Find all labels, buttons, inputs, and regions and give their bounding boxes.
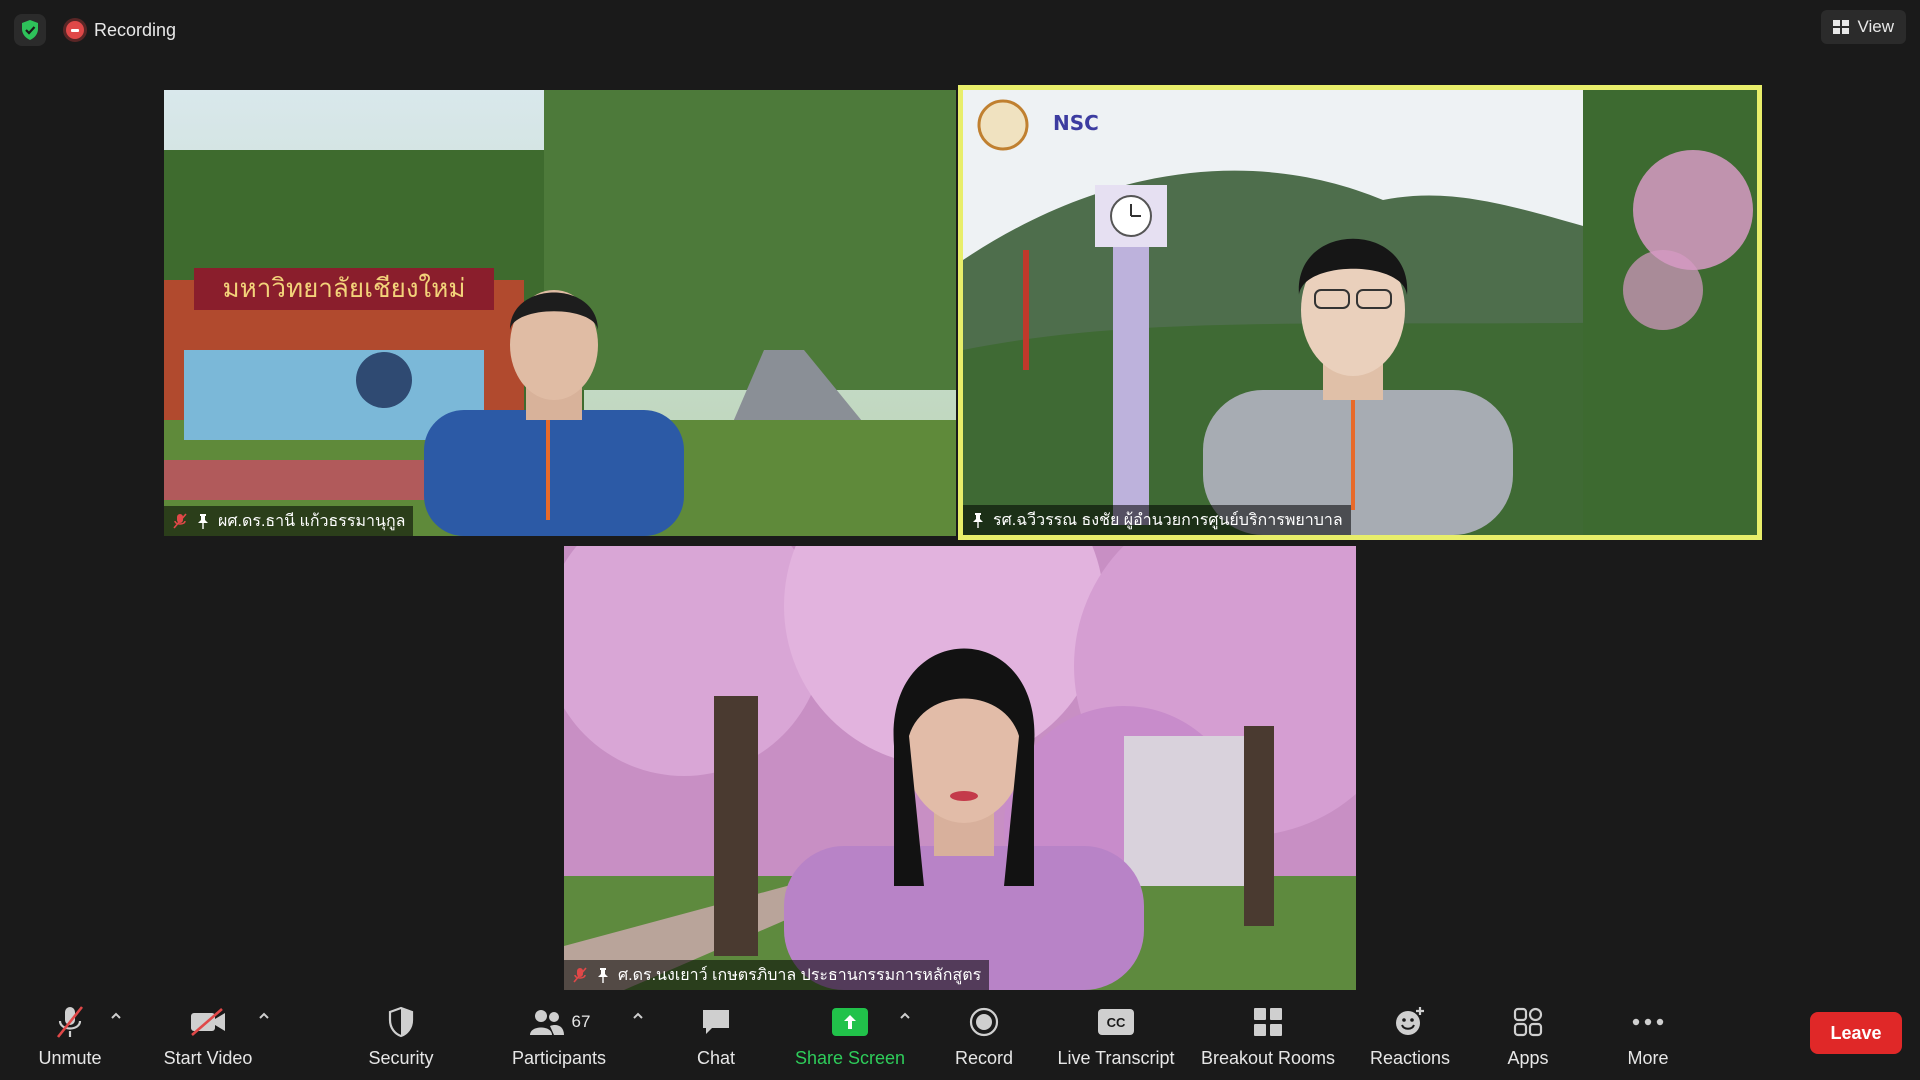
participant-name: ผศ.ดร.ธานี แก้วธรรมานุกูล — [218, 512, 406, 530]
closed-captions-icon: CC — [1098, 1009, 1134, 1035]
apps-icon — [1513, 1007, 1543, 1037]
campus-sign-text: มหาวิทยาลัยเชียงใหม่ — [222, 274, 465, 304]
start-video-label: Start Video — [163, 1048, 253, 1068]
view-button[interactable]: View — [1821, 10, 1906, 44]
recording-icon — [66, 21, 84, 39]
security-button[interactable]: Security — [360, 1004, 442, 1074]
video-off-icon — [191, 1008, 225, 1036]
participant-name-tag: รศ.ฉวีวรรณ ธงชัย ผู้อำนวยการศูนย์บริการพ… — [963, 505, 1351, 535]
chat-button[interactable]: Chat — [686, 1004, 746, 1074]
chat-bubble-icon — [703, 1010, 729, 1034]
participant-name-tag: ศ.ดร.นงเยาว์ เกษตรภิบาล ประธานกรรมการหลั… — [564, 960, 990, 990]
virtual-background-campus-gate: มหาวิทยาลัยเชียงใหม่ — [164, 90, 956, 536]
pin-icon — [598, 968, 608, 983]
recording-indicator[interactable]: Recording — [66, 17, 176, 43]
start-video-button[interactable]: Start Video — [156, 1004, 260, 1074]
share-screen-label: Share Screen — [794, 1048, 906, 1068]
breakout-rooms-label: Breakout Rooms — [1200, 1048, 1336, 1068]
share-screen-arrow-icon — [832, 1008, 868, 1036]
unmute-label: Unmute — [38, 1048, 102, 1068]
participants-count: 67 — [571, 1012, 591, 1031]
live-transcript-label: Live Transcript — [1057, 1048, 1175, 1068]
mic-muted-icon — [56, 1006, 84, 1038]
record-icon — [969, 1007, 999, 1037]
video-tile-participant-3[interactable]: ศ.ดร.นงเยาว์ เกษตรภิบาล ประธานกรรมการหลั… — [564, 546, 1356, 990]
share-screen-button[interactable]: Share Screen — [794, 1004, 906, 1074]
security-label: Security — [368, 1048, 434, 1068]
mic-muted-icon — [173, 513, 187, 529]
audio-options-chevron-up-icon[interactable] — [108, 1008, 124, 1024]
participants-icon — [529, 1010, 564, 1035]
chat-label: Chat — [696, 1048, 736, 1068]
share-options-chevron-up-icon[interactable] — [897, 1008, 913, 1024]
recording-label: Recording — [94, 19, 177, 40]
participant-name: ศ.ดร.นงเยาว์ เกษตรภิบาล ประธานกรรมการหลั… — [618, 966, 982, 984]
pin-icon — [198, 514, 208, 529]
video-options-chevron-up-icon[interactable] — [256, 1008, 272, 1024]
participants-options-chevron-up-icon[interactable] — [630, 1008, 646, 1024]
participants-label: Participants — [511, 1048, 607, 1068]
security-shield-icon — [388, 1006, 414, 1038]
breakout-rooms-button[interactable]: Breakout Rooms — [1198, 1004, 1338, 1074]
more-button[interactable]: More — [1620, 1004, 1676, 1074]
view-label: View — [1857, 17, 1894, 36]
virtual-background-cherry-blossoms — [564, 546, 1356, 990]
record-button[interactable]: Record — [950, 1004, 1018, 1074]
smiley-plus-icon — [1396, 1007, 1424, 1035]
participant-name-tag: ผศ.ดร.ธานี แก้วธรรมานุกูล — [164, 506, 414, 536]
breakout-rooms-grid-icon — [1254, 1008, 1282, 1036]
shield-check-icon — [22, 20, 38, 40]
reactions-label: Reactions — [1369, 1048, 1451, 1068]
reactions-button[interactable]: Reactions — [1364, 1004, 1456, 1074]
unmute-button[interactable]: Unmute — [30, 1004, 110, 1074]
apps-button[interactable]: Apps — [1500, 1004, 1556, 1074]
live-transcript-button[interactable]: CC Live Transcript — [1056, 1004, 1176, 1074]
mic-muted-icon — [573, 967, 587, 983]
pin-icon — [973, 513, 983, 528]
video-tile-participant-2[interactable]: NSC รศ.ฉวีวรรณ ธงชัย ผู้อำนวยการศูนย์บริ… — [958, 85, 1762, 540]
grid-view-icon — [1833, 20, 1850, 34]
record-label: Record — [954, 1048, 1014, 1068]
apps-label: Apps — [1507, 1048, 1549, 1068]
participant-name: รศ.ฉวีวรรณ ธงชัย ผู้อำนวยการศูนย์บริการพ… — [993, 511, 1343, 529]
participants-button[interactable]: 67 Participants — [505, 1004, 613, 1074]
virtual-background-clock-tower: NSC — [963, 90, 1757, 535]
more-dots-icon — [1632, 1018, 1664, 1026]
nsc-logo-text: NSC — [1053, 111, 1099, 135]
video-tile-participant-1[interactable]: มหาวิทยาลัยเชียงใหม่ ผศ.ดร.ธานี แก้วธรรม… — [164, 90, 956, 536]
meeting-controls-toolbar: Unmute Start Video Security 67 Participa… — [0, 994, 1920, 1080]
security-shield-indicator[interactable] — [14, 14, 46, 46]
leave-button[interactable]: Leave — [1810, 1012, 1902, 1054]
more-label: More — [1627, 1048, 1669, 1068]
